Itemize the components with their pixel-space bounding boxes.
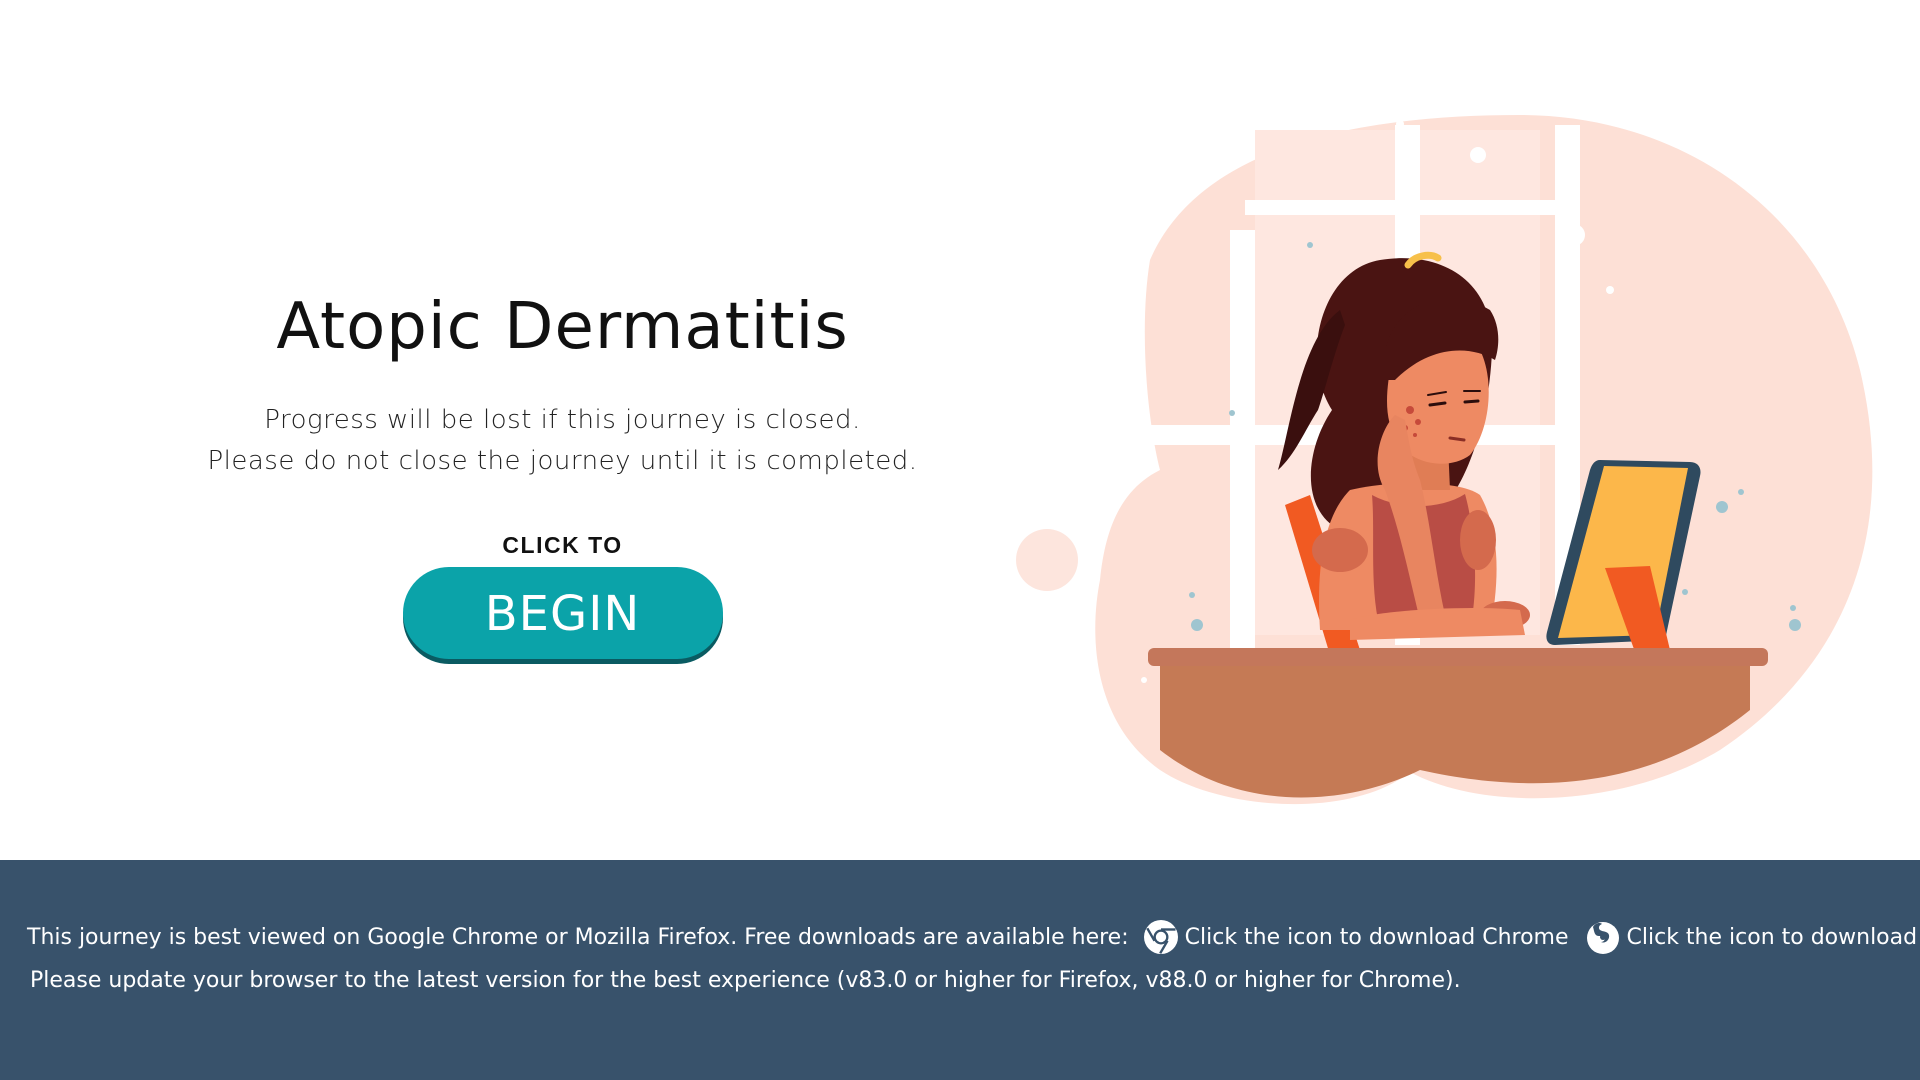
- intro-panel: Atopic Dermatitis Progress will be lost …: [150, 290, 975, 659]
- progress-warning: Progress will be lost if this journey is…: [150, 400, 975, 482]
- browser-note: This journey is best viewed on Google Ch…: [27, 924, 1129, 950]
- update-note: Please update your browser to the latest…: [30, 968, 1461, 993]
- click-to-label: CLICK TO: [502, 532, 623, 558]
- landing-main: Atopic Dermatitis Progress will be lost …: [0, 0, 1920, 860]
- chrome-download-link[interactable]: Click the icon to download Chrome: [1143, 919, 1569, 955]
- begin-button[interactable]: BEGIN: [402, 567, 723, 659]
- firefox-download-link[interactable]: Click the icon to download Firefox: [1585, 919, 1920, 955]
- browser-row: This journey is best viewed on Google Ch…: [27, 915, 1920, 959]
- firefox-icon[interactable]: [1585, 919, 1621, 955]
- footer: This journey is best viewed on Google Ch…: [0, 860, 1920, 1080]
- chrome-download-label[interactable]: Click the icon to download Chrome: [1185, 925, 1569, 950]
- warning-line-1: Progress will be lost if this journey is…: [264, 405, 861, 435]
- warning-line-2: Please do not close the journey until it…: [207, 446, 918, 476]
- chrome-icon[interactable]: [1143, 919, 1179, 955]
- illustration-woman-at-desk: [1016, 115, 1873, 805]
- firefox-download-label[interactable]: Click the icon to download Firefox: [1627, 925, 1920, 950]
- page-title: Atopic Dermatitis: [276, 290, 849, 364]
